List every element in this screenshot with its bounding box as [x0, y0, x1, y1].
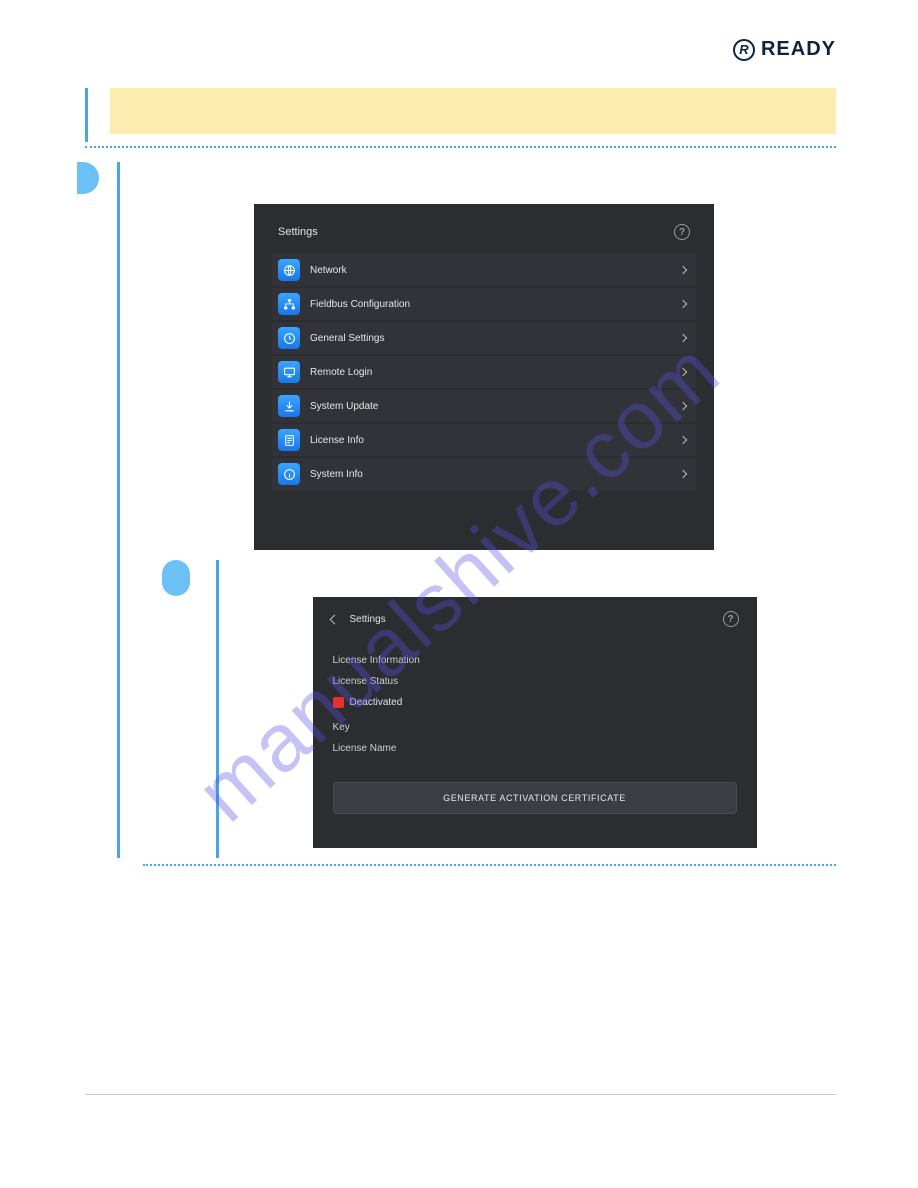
divider — [143, 864, 836, 866]
download-icon — [278, 395, 300, 417]
menu-item-fieldbus[interactable]: Fieldbus Configuration — [272, 288, 696, 320]
menu-label: General Settings — [310, 333, 670, 344]
license-status-value: Deactivated — [350, 697, 403, 708]
license-information-heading: License Information — [333, 655, 737, 666]
menu-label: Fieldbus Configuration — [310, 299, 670, 310]
license-key-label: Key — [333, 722, 737, 733]
settings-menu: Network Fieldbus Configuration — [272, 254, 696, 490]
license-status-row: Deactivated — [333, 697, 737, 708]
chevron-right-icon — [679, 470, 687, 478]
menu-item-remote[interactable]: Remote Login — [272, 356, 696, 388]
clock-icon — [278, 327, 300, 349]
brand-name: READY — [761, 38, 836, 61]
globe-icon — [278, 259, 300, 281]
intro-bar — [85, 88, 836, 142]
license-name-label: License Name — [333, 743, 737, 754]
menu-item-license[interactable]: License Info — [272, 424, 696, 456]
section-tab-pill — [77, 162, 99, 194]
license-status-label: License Status — [333, 676, 737, 687]
chevron-right-icon — [679, 266, 687, 274]
brand-logo: R READY — [733, 38, 836, 61]
chevron-right-icon — [679, 436, 687, 444]
info-icon — [278, 463, 300, 485]
brand-mark-icon: R — [733, 39, 755, 61]
chevron-right-icon — [679, 334, 687, 342]
note-box — [110, 88, 836, 134]
step-text: Select License Info to open the License … — [233, 560, 836, 597]
menu-label: System Info — [310, 469, 670, 480]
help-icon[interactable]: ? — [723, 611, 739, 627]
status-indicator-icon — [333, 697, 344, 708]
footer-divider — [85, 1094, 836, 1095]
menu-item-system[interactable]: System Info — [272, 458, 696, 490]
menu-item-general[interactable]: General Settings — [272, 322, 696, 354]
generate-certificate-button[interactable]: GENERATE ACTIVATION CERTIFICATE — [333, 782, 737, 814]
monitor-icon — [278, 361, 300, 383]
menu-label: Remote Login — [310, 367, 670, 378]
divider — [85, 146, 836, 148]
menu-item-update[interactable]: System Update — [272, 390, 696, 422]
back-label[interactable]: Settings — [350, 614, 386, 625]
menu-item-network[interactable]: Network — [272, 254, 696, 286]
settings-title: Settings — [278, 226, 318, 238]
settings-panel: Settings ? Network — [254, 204, 714, 550]
step-tab-pill — [162, 560, 190, 596]
menu-label: License Info — [310, 435, 670, 446]
document-icon — [278, 429, 300, 451]
section-heading: LICENSE INFORMATION — [132, 162, 836, 204]
nodes-icon — [278, 293, 300, 315]
license-detail-panel: Settings ? License Information License S… — [313, 597, 757, 848]
chevron-right-icon — [679, 402, 687, 410]
menu-label: Network — [310, 265, 670, 276]
help-icon[interactable]: ? — [674, 224, 690, 240]
menu-label: System Update — [310, 401, 670, 412]
back-icon[interactable] — [329, 614, 339, 624]
chevron-right-icon — [679, 300, 687, 308]
chevron-right-icon — [679, 368, 687, 376]
